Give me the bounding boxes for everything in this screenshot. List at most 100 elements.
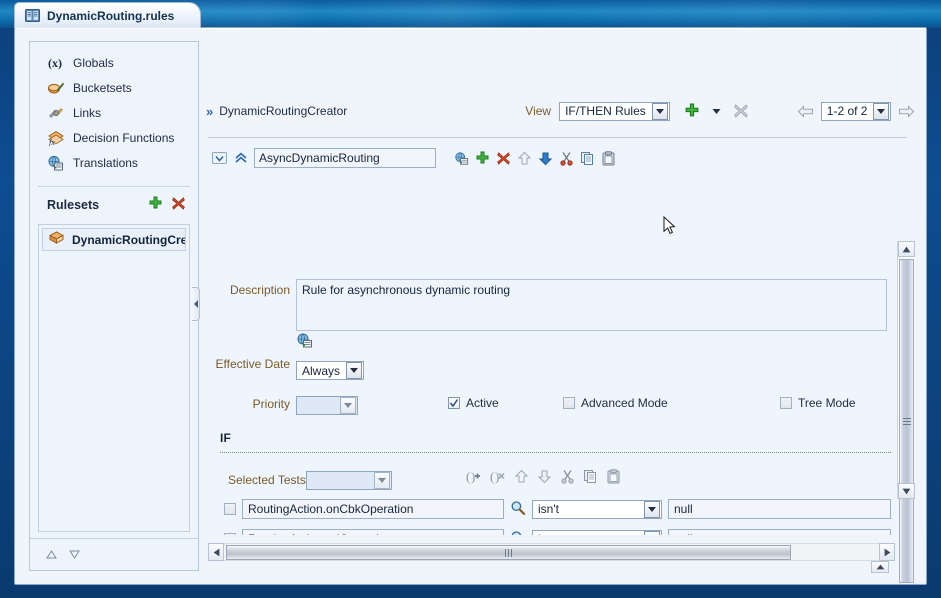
cut-icon[interactable] xyxy=(560,469,575,487)
description-label: Description xyxy=(229,283,290,297)
view-label: View xyxy=(525,104,552,118)
panel-splitter-handle[interactable] xyxy=(192,287,200,321)
translate-globe-icon[interactable] xyxy=(296,333,313,351)
priority-select[interactable] xyxy=(296,394,358,415)
chevron-down-icon[interactable] xyxy=(644,530,660,535)
active-checkbox[interactable] xyxy=(448,397,460,409)
collapse-pane-button[interactable] xyxy=(871,561,889,573)
navigation-list: (x) Globals Bucketsets Links fx Decision… xyxy=(30,42,198,181)
condition-rhs-input[interactable]: null xyxy=(668,499,891,519)
sidebar-item-label: Links xyxy=(73,105,102,120)
selected-tests-select[interactable] xyxy=(306,469,392,490)
chevron-down-double-icon: » xyxy=(206,103,214,119)
active-checkbox-row[interactable]: Active xyxy=(448,396,499,410)
pager-range-select[interactable]: 1-2 of 2 xyxy=(820,101,892,121)
if-toolbar: ( ) ( ) xyxy=(466,469,621,487)
move-up-icon[interactable] xyxy=(514,469,529,487)
scroll-left-button[interactable] xyxy=(208,543,224,561)
document-tab-dynamicrouting-rules[interactable]: DynamicRouting.rules xyxy=(14,2,202,28)
add-rule-menu-button[interactable] xyxy=(712,107,721,116)
condition-lhs-input[interactable]: RoutingAction.onCbkOperation xyxy=(242,499,504,519)
condition-select-checkbox[interactable] xyxy=(224,533,236,535)
chevron-down-icon[interactable] xyxy=(346,362,363,379)
delete-rule-button[interactable] xyxy=(733,103,749,119)
add-rule-button[interactable] xyxy=(684,103,700,119)
chevron-down-icon[interactable] xyxy=(873,102,890,120)
copy-icon[interactable] xyxy=(583,469,598,487)
ruleset-label: DynamicRoutingCrea xyxy=(72,232,186,247)
rule-name-input[interactable]: AsyncDynamicRouting xyxy=(254,148,436,168)
links-chain-icon xyxy=(47,105,65,121)
horizontal-scrollbar[interactable] xyxy=(208,543,895,573)
vertical-scroll-thumb[interactable] xyxy=(899,259,914,583)
insert-test-icon[interactable]: ( ) xyxy=(466,469,482,487)
translations-icon xyxy=(47,155,65,171)
chevron-down-box-icon[interactable] xyxy=(212,151,227,166)
view-select[interactable]: IF/THEN Rules xyxy=(559,101,670,121)
horizontal-scroll-thumb[interactable] xyxy=(226,545,791,560)
advanced-mode-checkbox-row[interactable]: Advanced Mode xyxy=(563,396,668,410)
pager-prev-button[interactable] xyxy=(797,104,814,118)
double-chevron-up-icon[interactable] xyxy=(233,151,248,166)
paste-icon[interactable] xyxy=(606,469,621,487)
svg-text:(: ( xyxy=(466,469,470,484)
scroll-right-button[interactable] xyxy=(879,543,895,561)
scroll-grip-icon xyxy=(504,546,513,560)
copy-icon[interactable] xyxy=(580,151,595,166)
if-section-divider xyxy=(220,452,891,453)
magnifier-icon[interactable] xyxy=(510,530,526,535)
tree-mode-checkbox[interactable] xyxy=(780,397,792,409)
sidebar-item-links[interactable]: Links xyxy=(30,100,198,125)
table-row: RoutingAction.onCbkOperation isn't null xyxy=(224,498,891,520)
chevron-down-icon[interactable] xyxy=(340,396,356,414)
vertical-scrollbar[interactable] xyxy=(897,241,915,583)
cut-icon[interactable] xyxy=(559,151,574,166)
scroll-up-button[interactable] xyxy=(46,548,57,562)
condition-operator-select[interactable]: isn't xyxy=(532,499,662,519)
svg-text:): ) xyxy=(495,469,499,484)
pager-next-button[interactable] xyxy=(898,104,915,118)
list-item[interactable]: DynamicRoutingCrea xyxy=(42,228,186,251)
breadcrumb[interactable]: » DynamicRoutingCreator xyxy=(206,104,347,118)
sidebar-item-translations[interactable]: Translations xyxy=(30,150,198,175)
condition-lhs-input[interactable]: RoutingAction.rplOperation xyxy=(242,529,504,535)
globalize-icon[interactable] xyxy=(454,151,469,166)
move-up-icon[interactable] xyxy=(517,151,532,166)
scroll-down-button[interactable] xyxy=(898,483,915,499)
priority-label: Priority xyxy=(252,397,290,411)
chevron-down-icon[interactable] xyxy=(651,102,668,120)
sidebar-item-bucketsets[interactable]: Bucketsets xyxy=(30,75,198,100)
condition-rhs-input[interactable]: null xyxy=(668,529,891,535)
scroll-down-button[interactable] xyxy=(69,548,80,562)
rule-editor: » DynamicRoutingCreator View IF/THEN Rul… xyxy=(206,41,915,583)
vertical-scroll-track[interactable] xyxy=(898,257,915,583)
svg-text:(: ( xyxy=(490,469,494,484)
rulesets-header: Rulesets xyxy=(30,192,198,218)
effective-date-select[interactable]: Always xyxy=(296,361,365,380)
chevron-down-icon[interactable] xyxy=(644,500,660,518)
tree-mode-checkbox-row[interactable]: Tree Mode xyxy=(780,396,856,410)
condition-operator-select[interactable]: is xyxy=(532,529,662,535)
condition-select-checkbox[interactable] xyxy=(224,503,236,515)
move-down-icon[interactable] xyxy=(538,151,553,166)
paste-icon[interactable] xyxy=(601,150,616,166)
condition-operator-value: is xyxy=(538,532,644,535)
chevron-down-icon[interactable] xyxy=(374,471,390,489)
sidebar-item-globals[interactable]: (x) Globals xyxy=(30,50,198,75)
delete-ruleset-button[interactable] xyxy=(171,196,186,214)
scroll-up-button[interactable] xyxy=(898,241,915,257)
delete-test-icon[interactable]: ( ) xyxy=(490,469,506,487)
rulesets-title: Rulesets xyxy=(47,198,100,212)
horizontal-scroll-track[interactable] xyxy=(224,543,879,561)
sidebar-item-decision-functions[interactable]: fx Decision Functions xyxy=(30,125,198,150)
advanced-mode-checkbox[interactable] xyxy=(563,397,575,409)
sidebar-item-label: Globals xyxy=(73,55,114,70)
magnifier-icon[interactable] xyxy=(510,500,526,519)
add-icon[interactable] xyxy=(475,151,490,166)
description-input[interactable]: Rule for asynchronous dynamic routing xyxy=(296,279,887,331)
move-down-icon[interactable] xyxy=(537,469,552,487)
add-ruleset-button[interactable] xyxy=(148,196,163,214)
svg-text:): ) xyxy=(471,469,475,484)
delete-icon[interactable] xyxy=(496,151,511,166)
scroll-grip-icon xyxy=(902,416,911,427)
